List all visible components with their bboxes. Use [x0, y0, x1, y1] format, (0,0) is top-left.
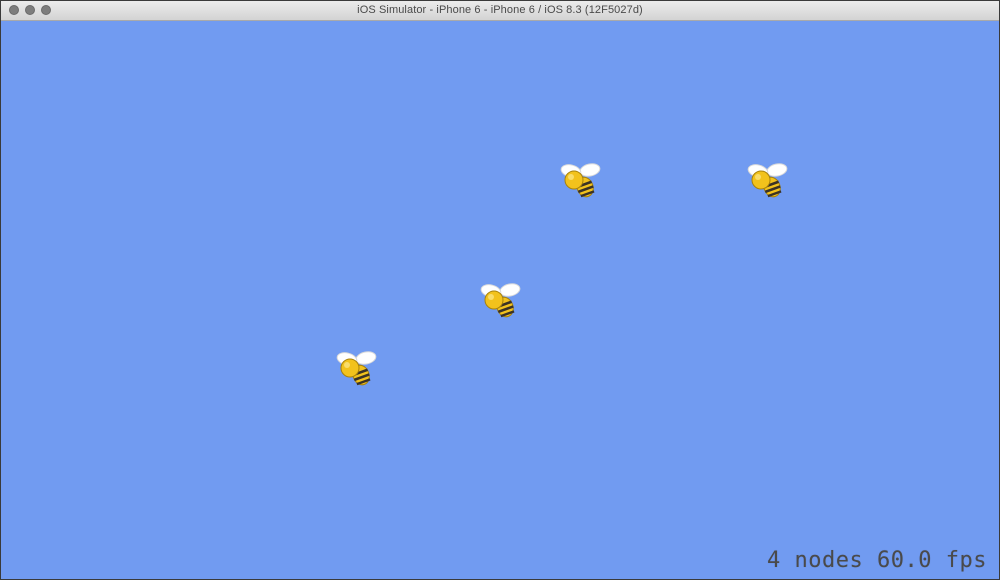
fps-label: fps	[945, 548, 987, 573]
node-count: 4	[767, 548, 781, 573]
simulator-window: iOS Simulator - iPhone 6 - iPhone 6 / iO…	[0, 0, 1000, 580]
bee-icon	[559, 161, 603, 201]
title-bar[interactable]: iOS Simulator - iPhone 6 - iPhone 6 / iO…	[1, 1, 999, 21]
window-title: iOS Simulator - iPhone 6 - iPhone 6 / iO…	[357, 4, 643, 16]
game-scene[interactable]: 4 nodes 60.0 fps	[1, 21, 999, 579]
stats-overlay: 4 nodes 60.0 fps	[767, 548, 987, 573]
fps-value: 60.0	[877, 548, 932, 573]
bee-icon	[335, 349, 379, 389]
bee-icon	[479, 281, 523, 321]
node-count-label: nodes	[794, 548, 864, 573]
bee-icon	[746, 161, 790, 201]
